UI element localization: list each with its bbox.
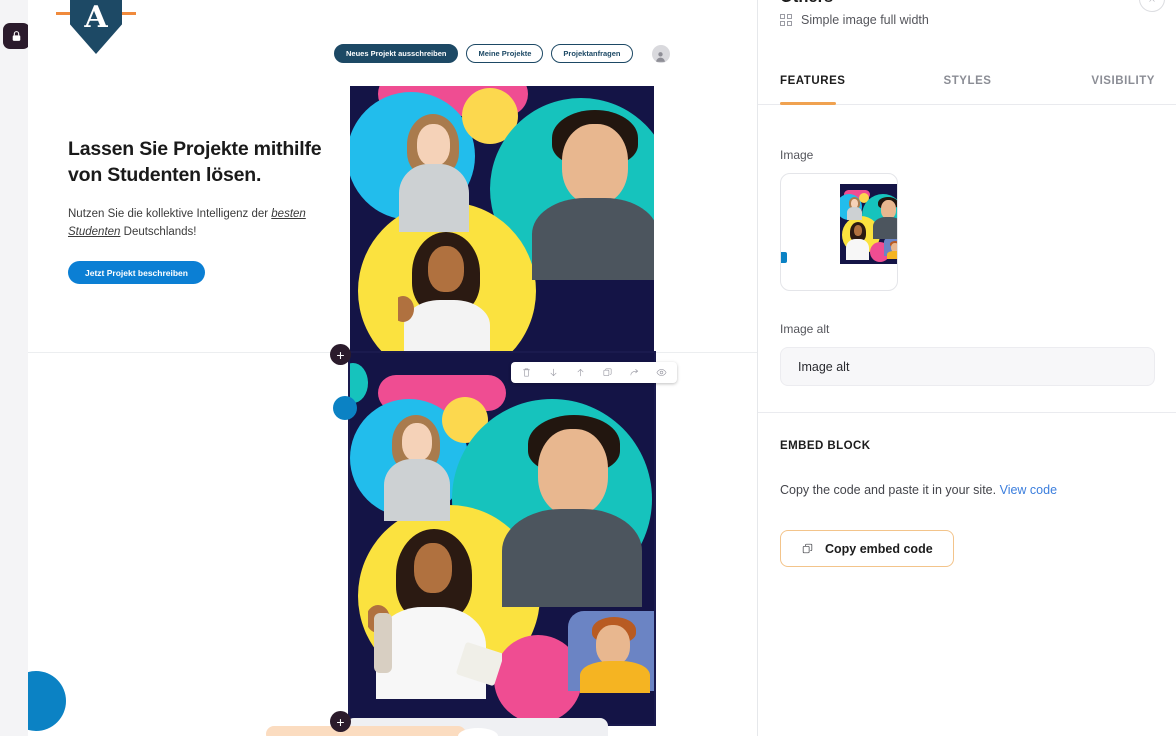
- collage-thumbnail: [840, 184, 897, 264]
- close-panel-button[interactable]: [1139, 0, 1165, 12]
- panel-subtitle-text: Simple image full width: [801, 13, 929, 27]
- tab-visibility[interactable]: VISIBILITY: [1030, 66, 1155, 104]
- add-block-above-button[interactable]: +: [330, 344, 351, 365]
- hero-cta-button[interactable]: Jetzt Projekt beschreiben: [68, 261, 205, 284]
- block-action-toolbar[interactable]: [511, 362, 677, 383]
- view-code-link[interactable]: View code: [1000, 483, 1057, 497]
- block-drag-handle[interactable]: [333, 396, 357, 420]
- person-man-glasses: [578, 617, 654, 693]
- close-icon: [1149, 0, 1155, 2]
- tab-styles[interactable]: STYLES: [905, 66, 1030, 104]
- embed-section-title: EMBED BLOCK: [780, 440, 871, 452]
- hero-image[interactable]: [350, 86, 654, 354]
- tab-features[interactable]: FEATURES: [780, 66, 905, 105]
- embed-description: Copy the code and paste it in your site.…: [780, 483, 1155, 497]
- person-woman-center: [368, 529, 502, 699]
- editor-canvas-area: A Neues Projekt ausschreiben Meine Proje…: [0, 0, 757, 736]
- person-man-right: [530, 110, 654, 280]
- copy-icon: [802, 543, 813, 554]
- image-field-group: Image: [758, 148, 1176, 291]
- image-alt-label: Image alt: [780, 322, 830, 336]
- logo-shield-shape: A: [70, 0, 122, 54]
- selected-image-block[interactable]: [333, 351, 677, 726]
- hero-sub-suffix: Deutschlands!: [120, 225, 197, 238]
- nav-my-projects-button[interactable]: Meine Projekte: [466, 44, 544, 63]
- section-divider: [758, 412, 1176, 413]
- embed-description-text: Copy the code and paste it in your site.: [780, 483, 997, 497]
- decorative-circle-shape: [28, 671, 66, 731]
- hero-copy: Lassen Sie Projekte mithilfe von Student…: [68, 136, 328, 284]
- duplicate-block-icon[interactable]: [594, 363, 621, 382]
- person-woman-left: [395, 112, 475, 232]
- hero-sub-prefix: Nutzen Sie die kollektive Intelligenz de…: [68, 208, 272, 220]
- person-woman-left: [382, 413, 454, 521]
- lock-icon-button[interactable]: [3, 23, 30, 49]
- panel-subtitle-row: Simple image full width: [780, 13, 929, 27]
- collage-artwork: [350, 86, 654, 354]
- copy-embed-code-button[interactable]: Copy embed code: [780, 530, 954, 567]
- image-alt-input[interactable]: [780, 347, 1155, 386]
- selection-handle-left[interactable]: [56, 12, 70, 15]
- image-alt-field-group: Image alt: [758, 322, 1176, 386]
- selection-handle-right[interactable]: [122, 12, 136, 15]
- preview-nav: Neues Projekt ausschreiben Meine Projekt…: [334, 44, 670, 63]
- toggle-visibility-icon[interactable]: [648, 363, 675, 382]
- person-man-right: [502, 415, 644, 607]
- preview-site-header: A Neues Projekt ausschreiben Meine Proje…: [28, 0, 757, 88]
- image-field-label: Image: [780, 148, 814, 162]
- embed-block-section: EMBED BLOCK Copy the code and paste it i…: [758, 440, 1176, 567]
- hero-heading: Lassen Sie Projekte mithilfe von Student…: [68, 138, 322, 186]
- inspector-panel: Others Simple image full width FEATURES …: [757, 0, 1176, 736]
- copy-embed-code-label: Copy embed code: [825, 541, 933, 556]
- account-avatar-icon[interactable]: [651, 44, 670, 63]
- add-block-below-button[interactable]: +: [330, 711, 351, 732]
- image-thumbnail-picker[interactable]: [780, 173, 898, 291]
- site-logo[interactable]: A: [56, 0, 136, 60]
- bottom-orange-bar: [266, 726, 466, 736]
- hero-section: Lassen Sie Projekte mithilfe von Student…: [28, 86, 757, 354]
- shape-teal-edge: [350, 363, 368, 403]
- hero-subtext: Nutzen Sie die kollektive Intelligenz de…: [68, 206, 328, 241]
- grid-blocks-icon: [780, 14, 792, 26]
- move-block-icon[interactable]: [621, 363, 648, 382]
- nav-project-requests-button[interactable]: Projektanfragen: [551, 44, 633, 63]
- panel-title: Others: [780, 0, 833, 7]
- image-thumbnail-preview: [840, 184, 897, 264]
- move-block-up-icon[interactable]: [567, 363, 594, 382]
- panel-tabs: FEATURES STYLES VISIBILITY: [758, 66, 1176, 105]
- delete-block-icon[interactable]: [513, 363, 540, 382]
- person-glyph-icon: [656, 51, 665, 62]
- nav-new-project-button[interactable]: Neues Projekt ausschreiben: [334, 44, 459, 63]
- move-block-down-icon[interactable]: [540, 363, 567, 382]
- website-preview-page: A Neues Projekt ausschreiben Meine Proje…: [28, 0, 757, 736]
- image-side-tab: [781, 252, 787, 263]
- logo-letter: A: [84, 0, 108, 35]
- lock-icon: [12, 30, 21, 41]
- person-woman-center: [398, 232, 498, 354]
- collage-artwork-selected: [350, 353, 654, 724]
